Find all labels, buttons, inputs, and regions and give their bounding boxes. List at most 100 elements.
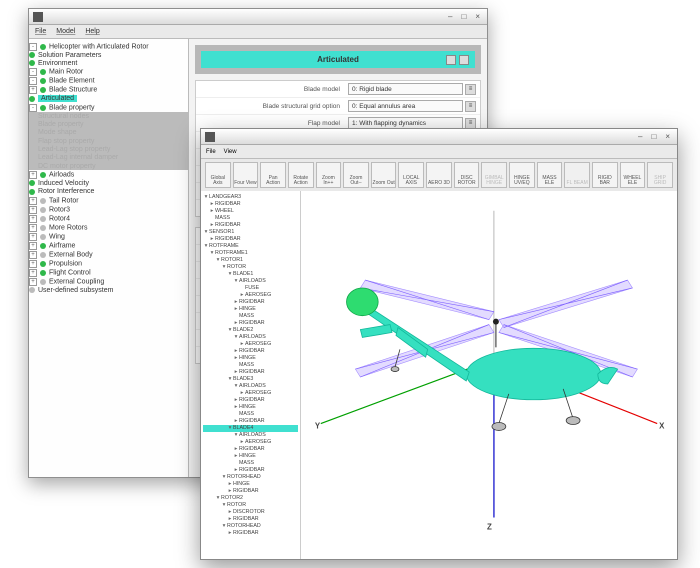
toolbar-button[interactable]: LOCAL AXIS (398, 162, 424, 188)
viewer-tree-node[interactable]: MASS (203, 215, 298, 222)
viewer-tree-node[interactable]: ▾ROTFRAME1 (203, 250, 298, 257)
viewer-tree-node[interactable]: ▸HINGE (203, 404, 298, 411)
tree-node[interactable]: DC motor property (29, 162, 188, 170)
viewer-tree-node[interactable]: ▸RIGIDBAR (203, 236, 298, 243)
tree-toggle-icon[interactable]: - (29, 68, 37, 76)
toolbar-button[interactable]: Pan Action (260, 162, 286, 188)
tree-toggle-icon[interactable]: + (29, 197, 37, 205)
viewer-tree-node[interactable]: ▾ROTOR (203, 264, 298, 271)
viewer-tree-node[interactable]: ▸RIGIDBAR (203, 467, 298, 474)
viewer-tree-node[interactable]: ▾AIRLOADS (203, 383, 298, 390)
viewer-tree-node[interactable]: ▾ROTOR (203, 502, 298, 509)
tree-toggle-icon[interactable]: + (29, 86, 37, 94)
toolbar-button[interactable]: Zoom In++ (316, 162, 342, 188)
tree-node[interactable]: +Rotor3 (29, 205, 188, 214)
property-menu-icon[interactable]: ≡ (465, 118, 476, 129)
toolbar-button[interactable]: Global Axis (205, 162, 231, 188)
tree-toggle-icon[interactable]: + (29, 260, 37, 268)
toolbar-button[interactable]: HINGE UV/EQ (509, 162, 535, 188)
tree-node[interactable]: Mode shape (29, 129, 188, 137)
tree-node[interactable]: +Blade Structure (29, 86, 188, 95)
viewer-tree-node[interactable]: ▸DISCROTOR (203, 509, 298, 516)
tree-toggle-icon[interactable]: - (29, 43, 37, 51)
tree-toggle-icon[interactable]: + (29, 171, 37, 179)
toolbar-button[interactable]: Zoom Out-- (343, 162, 369, 188)
viewer-tree-node[interactable]: ▸RIGIDBAR (203, 418, 298, 425)
viewer-tree-node[interactable]: ▸RIGIDBAR (203, 320, 298, 327)
viewer-tree-node[interactable]: ▸HINGE (203, 306, 298, 313)
viewer-tree-node[interactable]: ▸HINGE (203, 355, 298, 362)
toolbar-button[interactable]: MASS ELE (537, 162, 563, 188)
tree-toggle-icon[interactable]: + (29, 224, 37, 232)
viewer-tree-node[interactable]: ▾AIRLOADS (203, 432, 298, 439)
toolbar-button[interactable]: RIGID BAR (592, 162, 618, 188)
toolbar-button[interactable]: AERO 3D (426, 162, 452, 188)
tree-node[interactable]: -Blade property (29, 103, 188, 112)
tree-toggle-icon[interactable]: + (29, 269, 37, 277)
tree-node[interactable]: +Flight Control (29, 268, 188, 277)
viewer-tree-node[interactable]: ▸RIGIDBAR (203, 222, 298, 229)
viewer-tree-node[interactable]: ▸HINGE (203, 481, 298, 488)
model-tree[interactable]: -Helicopter with Articulated RotorSoluti… (29, 39, 189, 477)
minimize-button[interactable]: – (445, 12, 455, 21)
tree-toggle-icon[interactable]: + (29, 242, 37, 250)
viewer-tree-node[interactable]: ▾BLADE4 (203, 425, 298, 432)
tree-node[interactable]: +Rotor4 (29, 214, 188, 223)
viewer-tree-node[interactable]: ▾ROTORHEAD (203, 523, 298, 530)
tree-toggle-icon[interactable]: + (29, 233, 37, 241)
tree-node[interactable]: -Blade Element (29, 77, 188, 86)
tree-node[interactable]: +Propulsion (29, 259, 188, 268)
viewer-tree-node[interactable]: ▸HINGE (203, 453, 298, 460)
property-menu-icon[interactable]: ≡ (465, 84, 476, 95)
menu-file[interactable]: File (35, 28, 46, 35)
menu-view[interactable]: View (224, 149, 237, 155)
viewer-tree-node[interactable]: ▸RIGIDBAR (203, 201, 298, 208)
viewer-tree-node[interactable]: ▸AEROSEG (203, 292, 298, 299)
viewer-tree-node[interactable]: MASS (203, 460, 298, 467)
menu-help[interactable]: Help (85, 28, 99, 35)
viewer-tree-node[interactable]: FUSE (203, 285, 298, 292)
viewer-tree-node[interactable]: ▸RIGIDBAR (203, 348, 298, 355)
toolbar-button[interactable]: Four View (233, 162, 259, 188)
tree-toggle-icon[interactable]: + (29, 278, 37, 286)
tree-node[interactable]: +External Body (29, 250, 188, 259)
viewer-tree-node[interactable]: ▾BLADE1 (203, 271, 298, 278)
maximize-button[interactable]: □ (648, 132, 659, 141)
tree-node[interactable]: +Tail Rotor (29, 196, 188, 205)
viewer-tree-node[interactable]: MASS (203, 362, 298, 369)
viewer-tree-node[interactable]: ▾BLADE3 (203, 376, 298, 383)
tree-node[interactable]: User-defined subsystem (29, 286, 188, 294)
tree-node[interactable]: Blade property (29, 120, 188, 128)
tree-node[interactable]: Lead-Lag internal damper (29, 154, 188, 162)
viewer-tree[interactable]: ▾LANDGEAR3▸RIGIDBAR▸WHEEL MASS▸RIGIDBAR▾… (201, 191, 301, 559)
viewport-3d[interactable]: X Y Z (301, 191, 677, 559)
tree-node[interactable]: -Helicopter with Articulated Rotor (29, 42, 188, 51)
viewer-tree-node[interactable]: ▾ROTORHEAD (203, 474, 298, 481)
viewer-tree-node[interactable]: ▾ROTOR1 (203, 257, 298, 264)
viewer-titlebar[interactable]: – □ × (201, 129, 677, 145)
viewer-tree-node[interactable]: MASS (203, 411, 298, 418)
tree-node[interactable]: +Wing (29, 232, 188, 241)
viewer-tree-node[interactable]: ▾AIRLOADS (203, 278, 298, 285)
toolbar-button[interactable]: DISC ROTOR (454, 162, 480, 188)
viewer-tree-node[interactable]: ▾BLADE2 (203, 327, 298, 334)
viewer-tree-node[interactable]: ▾LANDGEAR3 (203, 194, 298, 201)
tree-node[interactable]: Environment (29, 59, 188, 67)
viewer-tree-node[interactable]: ▸RIGIDBAR (203, 397, 298, 404)
viewer-tree-node[interactable]: ▸RIGIDBAR (203, 369, 298, 376)
viewer-tree-node[interactable]: ▸RIGIDBAR (203, 530, 298, 537)
tree-node[interactable]: -Main Rotor (29, 68, 188, 77)
tree-node[interactable]: Rotor Interference (29, 188, 188, 196)
tree-toggle-icon[interactable]: + (29, 251, 37, 259)
viewer-tree-node[interactable]: ▾SENSOR1 (203, 229, 298, 236)
tree-toggle-icon[interactable]: + (29, 215, 37, 223)
tree-node[interactable]: +Airloads (29, 170, 188, 179)
menu-file[interactable]: File (206, 149, 216, 155)
viewer-tree-node[interactable]: ▸AEROSEG (203, 390, 298, 397)
tree-toggle-icon[interactable]: - (29, 77, 37, 85)
viewer-tree-node[interactable]: ▸RIGIDBAR (203, 299, 298, 306)
tree-node[interactable]: Induced Velocity (29, 179, 188, 187)
titlebar[interactable]: – □ × (29, 9, 487, 25)
viewer-tree-node[interactable]: ▸AEROSEG (203, 439, 298, 446)
close-button[interactable]: × (662, 132, 673, 141)
